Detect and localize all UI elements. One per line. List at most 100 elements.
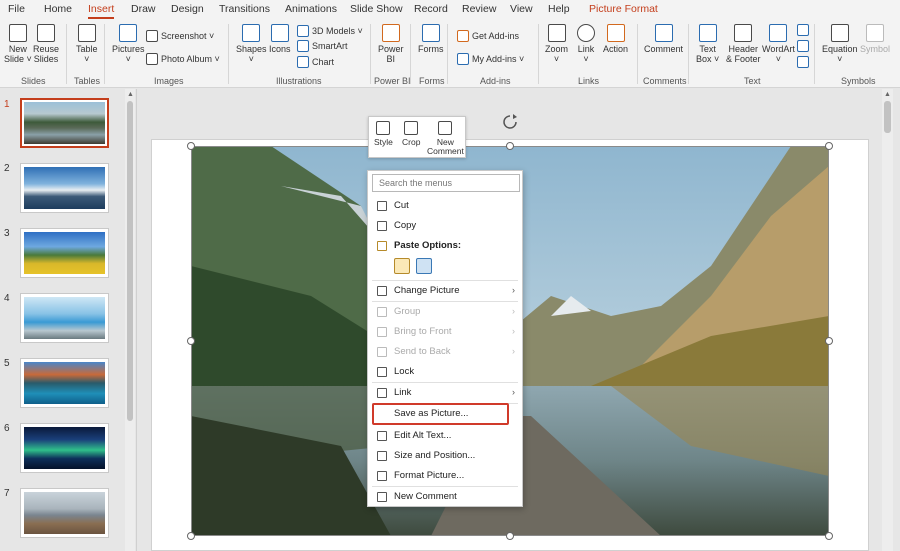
group-label-illustrations: Illustrations [276, 76, 322, 86]
object-icon[interactable] [797, 56, 809, 68]
menu-item-edit-alt-text[interactable]: Edit Alt Text... [368, 427, 522, 445]
chevron-right-icon: › [512, 326, 515, 336]
resize-handle-bottom[interactable] [506, 532, 514, 540]
clipboard-icon [377, 241, 387, 251]
group-label-comments: Comments [643, 76, 687, 86]
group-label-power-bi: Power BI [374, 76, 411, 86]
menu-item-size-position[interactable]: Size and Position... [368, 447, 522, 465]
slide-thumbnail-5[interactable] [20, 358, 109, 408]
comment-button[interactable]: Comment [644, 24, 683, 54]
tab-picture-format[interactable]: Picture Format [589, 3, 658, 15]
tab-help[interactable]: Help [548, 3, 570, 15]
slide-thumbnail-6[interactable] [20, 423, 109, 473]
resize-handle-left[interactable] [187, 337, 195, 345]
tab-draw[interactable]: Draw [131, 3, 156, 15]
menu-item-link[interactable]: Link › [368, 384, 522, 402]
pictures-button[interactable]: Pictures ˅ [112, 24, 145, 64]
paste-picture-icon[interactable] [416, 258, 432, 274]
thumbnails-scrollbar[interactable]: ▲ [125, 89, 135, 551]
chevron-right-icon: › [512, 306, 515, 316]
text-box-icon [698, 24, 717, 42]
slide-thumbnail-1[interactable] [20, 98, 109, 148]
scroll-up-icon[interactable]: ▲ [884, 91, 891, 98]
screenshot-button[interactable]: Screenshot ˅ [146, 30, 214, 42]
new-slide-button[interactable]: New Slide ˅ [4, 24, 32, 64]
menu-item-new-comment[interactable]: New Comment [368, 488, 522, 506]
menu-item-change-picture[interactable]: Change Picture › [368, 282, 522, 300]
my-addins-button[interactable]: My Add-ins ˅ [457, 53, 524, 65]
paste-keep-formatting-icon[interactable] [394, 258, 410, 274]
slide-number-icon[interactable] [797, 40, 809, 52]
menu-item-group[interactable]: Group › [368, 303, 522, 321]
resize-handle-bottom-right[interactable] [825, 532, 833, 540]
menu-item-cut[interactable]: Cut [368, 197, 522, 215]
tab-insert[interactable]: Insert [88, 3, 115, 19]
slide-thumbnail-7[interactable] [20, 488, 109, 538]
menu-item-bring-to-front[interactable]: Bring to Front › [368, 323, 522, 341]
table-button[interactable]: Table ˅ [76, 24, 98, 64]
pictures-label2: ˅ [125, 54, 131, 64]
picture-style-button[interactable]: Style [374, 121, 393, 147]
tab-slide-show[interactable]: Slide Show [350, 3, 403, 15]
group-separator [410, 24, 411, 84]
header-footer-button[interactable]: Header & Footer [726, 24, 761, 64]
photo-album-icon [146, 53, 158, 65]
symbol-label: Symbol [860, 44, 891, 54]
zoom-button[interactable]: Zoom ˅ [545, 24, 568, 64]
alt-text-icon [377, 431, 387, 441]
get-addins-button[interactable]: Get Add-ins [457, 30, 519, 42]
resize-handle-top-right[interactable] [825, 142, 833, 150]
resize-handle-top[interactable] [506, 142, 514, 150]
wordart-button[interactable]: WordArt ˅ [762, 24, 795, 64]
mini-new-comment-button[interactable]: New Comment [427, 121, 464, 156]
scrollbar-thumb[interactable] [127, 101, 133, 421]
link-icon [377, 388, 387, 398]
link-label: Link [577, 44, 595, 54]
action-label: Action [603, 44, 629, 54]
tab-file[interactable]: File [8, 3, 25, 15]
group-label-symbols: Symbols [841, 76, 876, 86]
resize-handle-bottom-left[interactable] [187, 532, 195, 540]
shapes-button[interactable]: Shapes ˅ [236, 24, 267, 64]
forms-button[interactable]: Forms [418, 24, 444, 54]
scrollbar-thumb[interactable] [884, 101, 891, 133]
menu-item-lock[interactable]: Lock [368, 363, 522, 381]
3d-models-button[interactable]: 3D Models ˅ [297, 25, 363, 37]
resize-handle-right[interactable] [825, 337, 833, 345]
reuse-slides-button[interactable]: Reuse Slides [33, 24, 59, 64]
date-time-icon[interactable] [797, 24, 809, 36]
tab-transitions[interactable]: Transitions [219, 3, 270, 15]
slide-thumbnail-3[interactable] [20, 228, 109, 278]
menu-search-input[interactable]: Search the menus [372, 174, 520, 192]
comment-icon [377, 492, 387, 502]
action-button[interactable]: Action [603, 24, 628, 54]
slide-thumbnail-2[interactable] [20, 163, 109, 213]
chart-button[interactable]: Chart [297, 56, 334, 68]
icons-button[interactable]: Icons [269, 24, 291, 54]
tab-record[interactable]: Record [414, 3, 448, 15]
tab-review[interactable]: Review [462, 3, 496, 15]
tab-home[interactable]: Home [44, 3, 72, 15]
smartart-icon [297, 40, 309, 52]
rotate-handle-icon[interactable] [502, 114, 518, 130]
canvas-scrollbar[interactable]: ▲ [882, 89, 893, 551]
menu-item-copy[interactable]: Copy [368, 217, 522, 235]
text-box-button[interactable]: Text Box ˅ [696, 24, 719, 64]
new-slide-label: New [8, 44, 27, 54]
scroll-up-icon[interactable]: ▲ [127, 91, 134, 98]
tab-design[interactable]: Design [171, 3, 204, 15]
slide-thumbnail-4[interactable] [20, 293, 109, 343]
menu-item-send-to-back[interactable]: Send to Back › [368, 343, 522, 361]
power-bi-button[interactable]: Power BI [378, 24, 404, 64]
photo-album-button[interactable]: Photo Album ˅ [146, 53, 220, 65]
crop-button[interactable]: Crop [402, 121, 420, 147]
menu-item-format-picture[interactable]: Format Picture... [368, 467, 522, 485]
link-button[interactable]: Link ˅ [577, 24, 595, 64]
equation-button[interactable]: Equation ˅ [822, 24, 858, 64]
symbol-button[interactable]: Symbol [860, 24, 890, 54]
context-menu: Search the menus Cut Copy Paste Options:… [367, 170, 523, 507]
smartart-button[interactable]: SmartArt [297, 40, 348, 52]
tab-animations[interactable]: Animations [285, 3, 337, 15]
tab-view[interactable]: View [510, 3, 533, 15]
resize-handle-top-left[interactable] [187, 142, 195, 150]
